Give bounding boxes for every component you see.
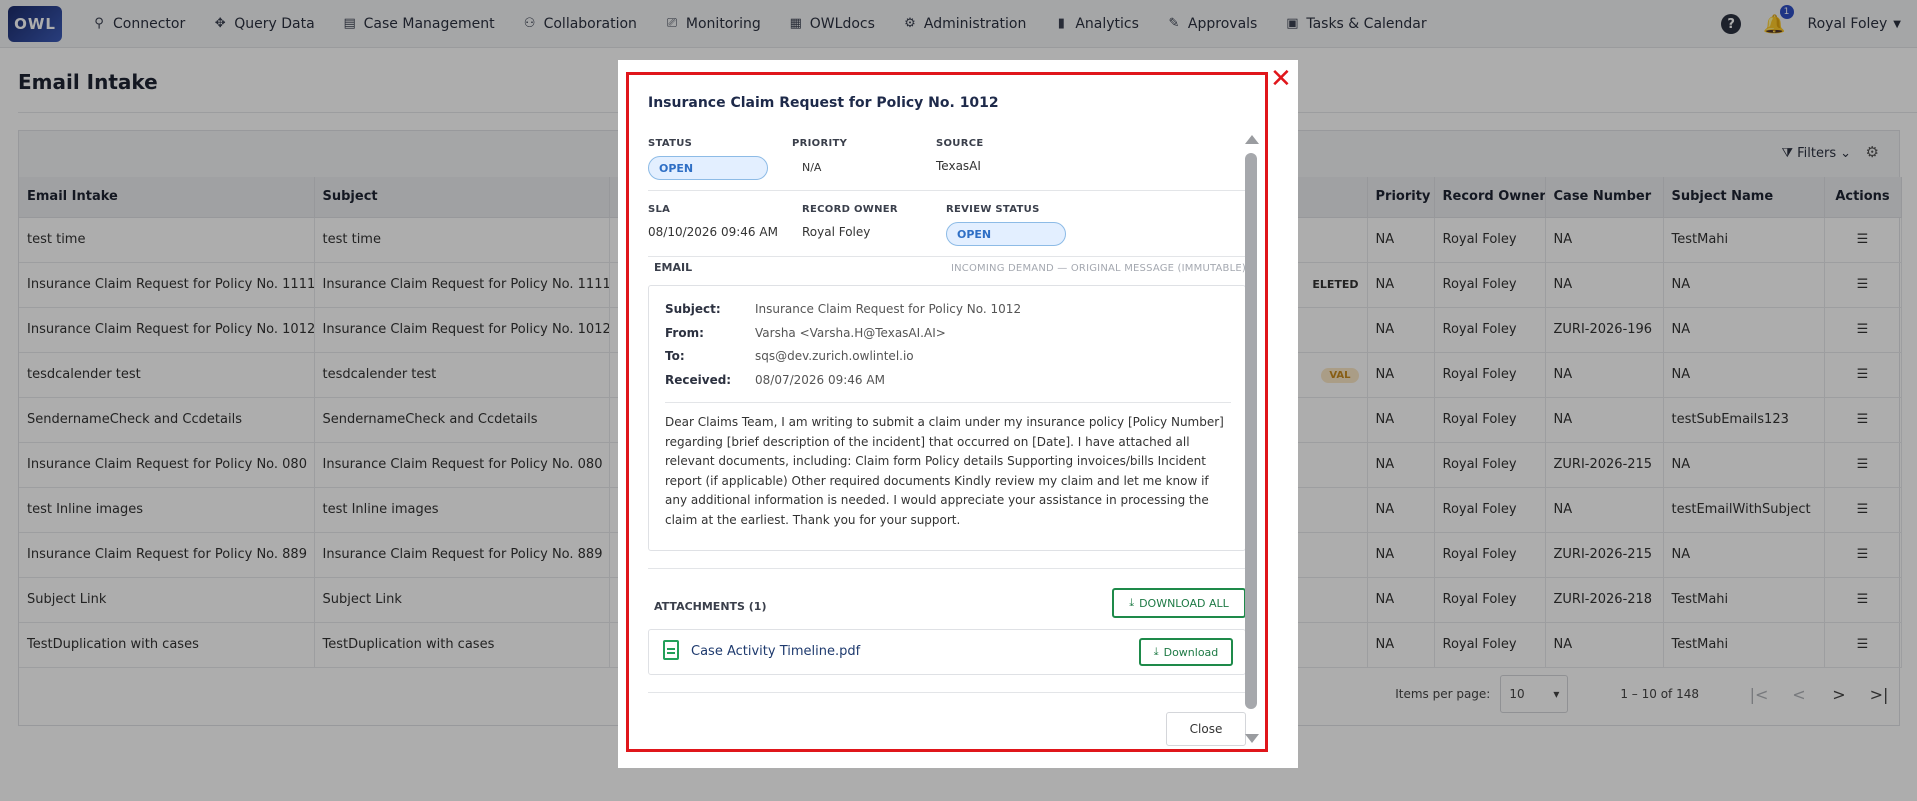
section-divider <box>648 256 1246 257</box>
priority-value: N/A <box>802 161 822 174</box>
section-divider <box>648 190 1246 191</box>
modal-title: Insurance Claim Request for Policy No. 1… <box>648 95 999 111</box>
download-all-button[interactable]: ⤓ DOWNLOAD ALL <box>1112 588 1246 618</box>
attachment-filename[interactable]: Case Activity Timeline.pdf <box>691 644 860 659</box>
scroll-up-icon[interactable] <box>1245 135 1259 144</box>
download-label: Download <box>1163 645 1219 659</box>
record-owner-value: Royal Foley <box>802 225 871 239</box>
email-from-value: Varsha <Varsha.H@TexasAI.AI> <box>755 326 946 340</box>
email-from-row: From: Varsha <Varsha.H@TexasAI.AI> <box>665 326 946 340</box>
email-received-row: Received: 08/07/2026 09:46 AM <box>665 373 885 387</box>
source-label: SOURCE <box>936 138 984 149</box>
email-subject-key: Subject: <box>665 302 721 316</box>
review-status-pill: OPEN <box>946 222 1066 246</box>
attachments-label: ATTACHMENTS (1) <box>654 600 767 613</box>
email-received-key: Received: <box>665 373 732 387</box>
download-tray-icon: ⤓ <box>1153 645 1159 658</box>
sla-label: SLA <box>648 204 671 215</box>
attachment-row: Case Activity Timeline.pdf ⤓ Download <box>648 629 1246 675</box>
email-to-row: To: sqs@dev.zurich.owlintel.io <box>665 349 914 363</box>
email-message-box: Subject: Insurance Claim Request for Pol… <box>648 285 1246 551</box>
modal-highlight-frame: Insurance Claim Request for Policy No. 1… <box>626 72 1268 752</box>
close-icon[interactable]: ✕ <box>1270 66 1292 92</box>
download-tray-icon: ⤓ <box>1129 596 1135 609</box>
email-header-divider <box>665 402 1231 403</box>
email-received-value: 08/07/2026 09:46 AM <box>755 373 885 387</box>
email-section-label: EMAIL <box>654 261 693 274</box>
status-label: STATUS <box>648 138 693 149</box>
section-divider <box>648 692 1246 693</box>
section-divider <box>648 568 1246 569</box>
download-attachment-button[interactable]: ⤓ Download <box>1139 638 1233 666</box>
email-detail-modal: ✕ Insurance Claim Request for Policy No.… <box>618 60 1298 768</box>
source-value: TexasAI <box>936 159 981 173</box>
email-body-text: Dear Claims Team, I am writing to submit… <box>665 415 1224 527</box>
close-button[interactable]: Close <box>1166 712 1246 746</box>
sla-value: 08/10/2026 09:46 AM <box>648 225 778 239</box>
email-from-key: From: <box>665 326 704 340</box>
email-immutable-note: INCOMING DEMAND — ORIGINAL MESSAGE (IMMU… <box>950 263 1246 274</box>
review-status-label: REVIEW STATUS <box>946 204 1040 215</box>
download-all-label: DOWNLOAD ALL <box>1139 596 1229 610</box>
email-subject-value: Insurance Claim Request for Policy No. 1… <box>755 302 1022 316</box>
record-owner-label: RECORD OWNER <box>802 204 898 215</box>
status-pill: OPEN <box>648 156 768 180</box>
email-subject-row: Subject: Insurance Claim Request for Pol… <box>665 302 1021 316</box>
priority-label: PRIORITY <box>792 138 848 149</box>
scroll-thumb[interactable] <box>1245 153 1257 709</box>
email-to-value: sqs@dev.zurich.owlintel.io <box>755 349 914 363</box>
scroll-down-icon[interactable] <box>1245 734 1259 743</box>
modal-scrollbar[interactable] <box>1243 135 1259 743</box>
email-to-key: To: <box>665 349 685 363</box>
file-document-icon <box>663 640 679 660</box>
